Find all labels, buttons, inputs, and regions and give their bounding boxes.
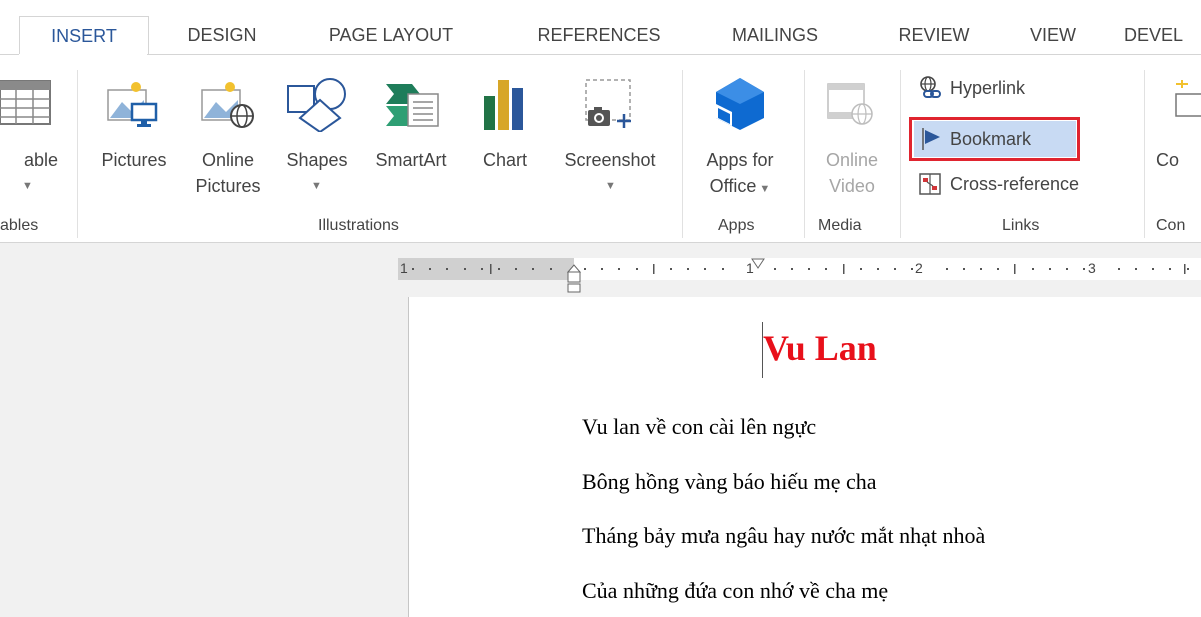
online-pictures-button[interactable]: Online Pictures	[186, 74, 270, 196]
screenshot-icon	[585, 79, 631, 128]
tab-references[interactable]: REFERENCES	[515, 16, 683, 54]
shapes-label: Shapes	[286, 150, 348, 170]
apps-for-office-label-line1: Apps for	[706, 150, 774, 170]
table-label: able	[23, 150, 58, 170]
screenshot-button[interactable]: Screenshot ▼	[548, 74, 672, 214]
tab-design[interactable]: DESIGN	[170, 16, 274, 54]
online-video-icon	[827, 83, 873, 125]
group-label-apps: Apps	[718, 217, 755, 234]
ruler-number: 2	[915, 260, 923, 276]
hyperlink-button[interactable]: Hyperlink	[918, 72, 1025, 104]
chevron-down-icon: ▼	[605, 180, 616, 192]
shapes-button[interactable]: Shapes ▼	[280, 74, 354, 214]
chevron-down-icon: ▼	[311, 180, 322, 192]
ruler-number: 1	[400, 260, 408, 276]
chart-label: Chart	[482, 150, 527, 170]
group-label-illustrations: Illustrations	[318, 217, 399, 234]
online-pictures-label-line1: Online	[201, 150, 255, 170]
cross-reference-button[interactable]: Cross-reference	[918, 168, 1079, 200]
group-label-tables: ables	[0, 217, 39, 234]
tab-view[interactable]: VIEW	[1016, 16, 1090, 54]
table-button[interactable]: able ▼	[0, 74, 70, 214]
tab-developer[interactable]: DEVEL	[1124, 16, 1201, 54]
online-pictures-icon	[201, 82, 254, 128]
comment-icon	[1175, 80, 1201, 117]
apps-for-office-label-line2: Office	[709, 176, 757, 196]
screenshot-label: Screenshot	[564, 150, 656, 170]
comment-label: Co	[1156, 150, 1180, 170]
hyperlink-label: Hyperlink	[950, 77, 1026, 98]
document-line[interactable]: Của những đứa con nhớ về cha mẹ	[582, 578, 888, 604]
document-line[interactable]: Bông hồng vàng báo hiếu mẹ cha	[582, 469, 877, 495]
pictures-button[interactable]: Pictures	[92, 74, 176, 194]
chart-button[interactable]: Chart	[470, 74, 540, 194]
pictures-label: Pictures	[101, 150, 167, 170]
smartart-button[interactable]: SmartArt	[362, 74, 460, 194]
apps-for-office-button[interactable]: Apps for Office ▼	[690, 74, 790, 214]
tab-insert[interactable]: INSERT	[19, 16, 149, 55]
table-icon	[0, 80, 51, 125]
cross-reference-label: Cross-reference	[950, 173, 1080, 194]
ruler-number: 1	[746, 260, 754, 276]
document-line[interactable]: Tháng bảy mưa ngâu hay nước mắt nhạt nho…	[582, 523, 985, 549]
group-label-media: Media	[818, 217, 862, 234]
cross-reference-icon	[918, 171, 944, 197]
ruler-ticks	[412, 258, 1189, 293]
online-pictures-label-line2: Pictures	[195, 176, 261, 196]
apps-for-office-icon	[716, 78, 764, 130]
shapes-icon	[287, 78, 346, 132]
online-video-label-line1: Online	[825, 150, 879, 170]
document-line[interactable]: Vu lan về con cài lên ngực	[582, 414, 816, 440]
chart-icon	[484, 80, 523, 130]
chevron-down-icon: ▼	[22, 180, 33, 192]
online-video-label-line2: Video	[829, 176, 875, 196]
tab-page-layout[interactable]: PAGE LAYOUT	[302, 16, 480, 54]
online-video-button[interactable]: Online Video	[808, 74, 896, 214]
smartart-icon	[386, 84, 439, 127]
ruler-number: 3	[1088, 260, 1096, 276]
tab-mailings[interactable]: MAILINGS	[713, 16, 837, 54]
smartart-label: SmartArt	[375, 150, 447, 170]
chevron-down-icon: ▼	[756, 183, 771, 195]
hyperlink-icon	[918, 75, 944, 101]
group-label-links: Links	[1002, 217, 1040, 234]
comment-button[interactable]: Co	[1152, 74, 1201, 194]
group-label-comments: Con	[1156, 217, 1186, 234]
document-title[interactable]: Vu Lan	[763, 327, 877, 369]
bookmark-highlight-box	[909, 117, 1080, 161]
pictures-icon	[107, 82, 158, 127]
tab-review[interactable]: REVIEW	[881, 16, 987, 54]
